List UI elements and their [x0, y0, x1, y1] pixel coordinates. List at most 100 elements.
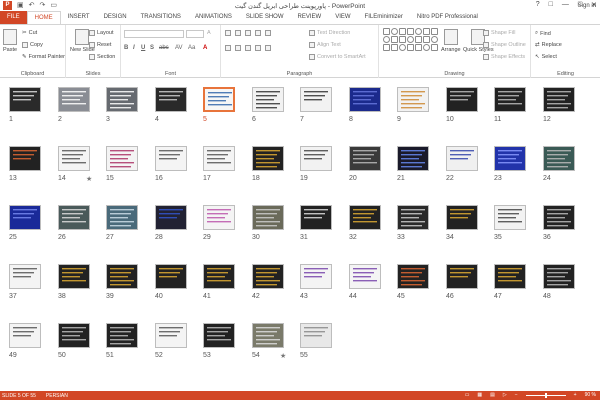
- slide-thumbnail[interactable]: [300, 264, 332, 289]
- bold-button[interactable]: B: [124, 45, 128, 51]
- shape-option[interactable]: [391, 44, 398, 51]
- text-direction-button[interactable]: Text Direction: [309, 30, 350, 36]
- slide-thumbnail[interactable]: [203, 323, 235, 348]
- slide-thumbnail[interactable]: [446, 264, 478, 289]
- select-button[interactable]: ↖ Select: [535, 54, 557, 60]
- slide-thumbnail[interactable]: [349, 264, 381, 289]
- slide-thumbnail[interactable]: [106, 205, 138, 230]
- slide-thumbnail[interactable]: [397, 146, 429, 171]
- slide-thumbnail[interactable]: [155, 323, 187, 348]
- shape-option[interactable]: [391, 28, 398, 35]
- slide-sorter-view-icon[interactable]: ▦: [477, 392, 482, 398]
- align-left-icon[interactable]: [225, 45, 231, 51]
- help-button[interactable]: ?: [536, 1, 540, 9]
- slideshow-view-icon[interactable]: ▷: [503, 392, 507, 398]
- slide-thumbnail[interactable]: [349, 146, 381, 171]
- slide-thumbnail[interactable]: [252, 205, 284, 230]
- slide-thumbnail[interactable]: [9, 146, 41, 171]
- zoom-slider[interactable]: [525, 392, 566, 398]
- slide-thumbnail[interactable]: [203, 264, 235, 289]
- slide-thumbnail[interactable]: [252, 323, 284, 348]
- shape-option[interactable]: [415, 44, 422, 51]
- shape-outline-button[interactable]: Shape Outline: [483, 42, 526, 48]
- slide-thumbnail[interactable]: [155, 87, 187, 112]
- slide-thumbnail[interactable]: [252, 146, 284, 171]
- shape-option[interactable]: [423, 36, 430, 43]
- slide-thumbnail[interactable]: [203, 146, 235, 171]
- shadow-button[interactable]: S: [150, 45, 154, 51]
- slide-thumbnail[interactable]: [9, 323, 41, 348]
- shape-option[interactable]: [407, 28, 414, 35]
- font-name-dropdown[interactable]: [124, 30, 184, 38]
- zoom-level[interactable]: 90 %: [585, 392, 596, 398]
- tab-review[interactable]: REVIEW: [291, 11, 329, 24]
- slide-thumbnail[interactable]: [446, 146, 478, 171]
- shape-option[interactable]: [383, 36, 390, 43]
- slide-sorter[interactable]: 1 2 3 4 5 6 7 8 9 10 11 12 13 14 ★ 15 16 17 18 19 20 21 22 23 24…: [0, 79, 600, 391]
- shape-option[interactable]: [383, 44, 390, 51]
- shape-option[interactable]: [399, 28, 406, 35]
- slide-thumbnail[interactable]: [543, 87, 575, 112]
- shape-option[interactable]: [391, 36, 398, 43]
- cut-button[interactable]: ✂ Cut: [22, 30, 37, 36]
- slide-thumbnail[interactable]: [446, 205, 478, 230]
- zoom-in-icon[interactable]: +: [574, 392, 577, 398]
- tab-insert[interactable]: INSERT: [61, 11, 97, 24]
- shape-option[interactable]: [431, 36, 438, 43]
- shape-option[interactable]: [399, 44, 406, 51]
- slide-thumbnail[interactable]: [58, 87, 90, 112]
- shapes-gallery[interactable]: [383, 28, 438, 62]
- slide-thumbnail[interactable]: [58, 264, 90, 289]
- shape-option[interactable]: [431, 44, 438, 51]
- shape-option[interactable]: [415, 28, 422, 35]
- find-button[interactable]: ⌕ Find: [535, 30, 551, 37]
- tab-design[interactable]: DESIGN: [97, 11, 134, 24]
- section-button[interactable]: Section: [89, 54, 115, 60]
- tab-home[interactable]: HOME: [26, 11, 61, 24]
- shape-effects-button[interactable]: Shape Effects: [483, 54, 525, 60]
- slide-thumbnail[interactable]: [9, 264, 41, 289]
- slide-thumbnail[interactable]: [494, 264, 526, 289]
- tab-animations[interactable]: ANIMATIONS: [188, 11, 239, 24]
- convert-smartart-button[interactable]: Convert to SmartArt: [309, 54, 366, 60]
- slide-thumbnail[interactable]: [397, 264, 429, 289]
- slide-thumbnail[interactable]: [494, 146, 526, 171]
- italic-button[interactable]: I: [133, 45, 135, 51]
- slide-thumbnail[interactable]: [155, 146, 187, 171]
- decrease-indent-icon[interactable]: [245, 30, 251, 36]
- slide-thumbnail[interactable]: [349, 205, 381, 230]
- copy-button[interactable]: Copy: [22, 42, 43, 48]
- arrange-button[interactable]: Arrange: [441, 29, 461, 53]
- tab-transitions[interactable]: TRANSITIONS: [134, 11, 188, 24]
- bullets-icon[interactable]: [225, 30, 231, 36]
- align-text-button[interactable]: Align Text: [309, 42, 341, 48]
- minimize-button[interactable]: —: [562, 1, 569, 9]
- character-spacing-button[interactable]: AV: [175, 45, 183, 51]
- tab-nitro-pdf-professional[interactable]: Nitro PDF Professional: [410, 11, 485, 24]
- format-painter-button[interactable]: ✎ Format Painter: [22, 54, 65, 60]
- slide-thumbnail[interactable]: [300, 146, 332, 171]
- slide-thumbnail[interactable]: [106, 87, 138, 112]
- tab-fileminimizer[interactable]: FILEminimizer: [358, 11, 410, 24]
- slide-thumbnail[interactable]: [543, 146, 575, 171]
- slide-thumbnail[interactable]: [494, 87, 526, 112]
- font-color-button[interactable]: A: [203, 45, 207, 51]
- slide-thumbnail[interactable]: [300, 323, 332, 348]
- slide-thumbnail[interactable]: [300, 87, 332, 112]
- columns-icon[interactable]: [265, 45, 271, 51]
- slide-thumbnail[interactable]: [446, 87, 478, 112]
- shape-fill-button[interactable]: Shape Fill: [483, 30, 515, 36]
- shape-option[interactable]: [407, 36, 414, 43]
- shape-option[interactable]: [415, 36, 422, 43]
- ribbon-display-button[interactable]: □: [549, 1, 553, 9]
- paste-button[interactable]: Paste: [3, 29, 17, 53]
- slide-thumbnail[interactable]: [58, 146, 90, 171]
- slide-thumbnail[interactable]: [397, 205, 429, 230]
- slide-thumbnail[interactable]: [397, 87, 429, 112]
- slide-thumbnail[interactable]: [203, 205, 235, 230]
- slide-thumbnail[interactable]: [106, 146, 138, 171]
- slide-thumbnail[interactable]: [349, 87, 381, 112]
- shape-option[interactable]: [399, 36, 406, 43]
- tab-file[interactable]: FILE: [0, 11, 27, 24]
- line-spacing-icon[interactable]: [265, 30, 271, 36]
